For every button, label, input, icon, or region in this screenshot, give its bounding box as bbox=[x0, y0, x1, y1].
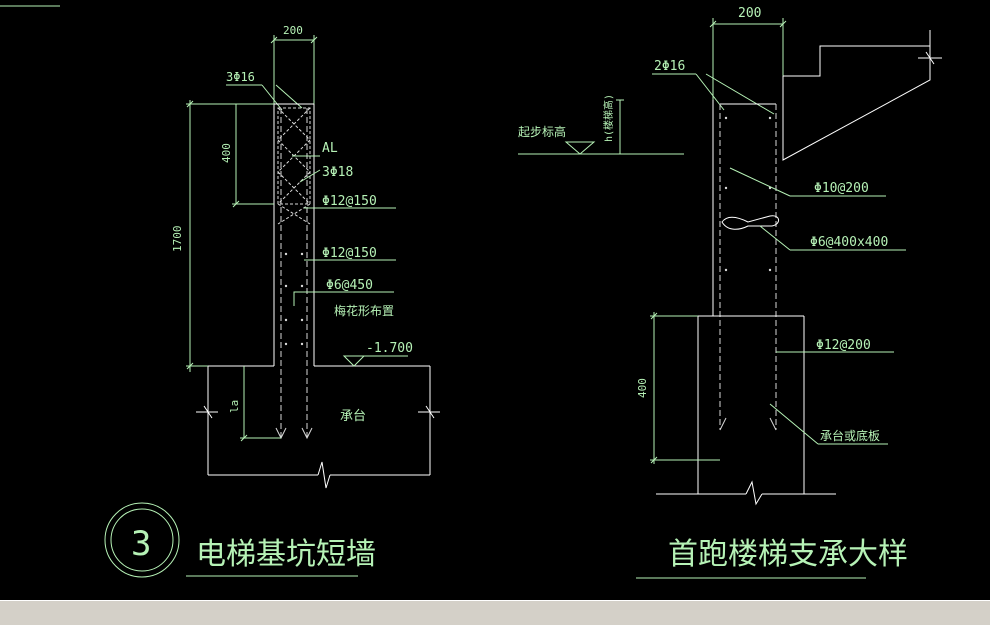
right-stirrups-label: Φ10@200 bbox=[814, 181, 869, 196]
right-tie-hook bbox=[721, 215, 779, 230]
left-elevation-label: -1.700 bbox=[366, 341, 413, 356]
left-ties-note: 梅花形布置 bbox=[334, 303, 394, 318]
left-width-dimension bbox=[270, 35, 318, 104]
right-detail: 200 2Φ16 起步标高 h(楼梯高) Φ10@200 Φ6@400x400 … bbox=[518, 6, 942, 579]
right-width-dimension bbox=[709, 18, 787, 100]
right-width-label: 200 bbox=[738, 6, 761, 21]
left-vertical-rebars bbox=[280, 108, 308, 438]
left-beam-label: AL bbox=[322, 141, 338, 156]
left-cap-label: 承台 bbox=[340, 409, 366, 424]
left-beam-bars-label: 3Φ18 bbox=[322, 165, 353, 180]
right-lower-bars-label: Φ12@200 bbox=[816, 338, 871, 353]
left-height-upper-label: 400 bbox=[220, 143, 233, 163]
right-ties-label: Φ6@400x400 bbox=[810, 235, 888, 250]
left-height-total-label: 1700 bbox=[171, 226, 184, 253]
detail-number: 3 bbox=[131, 524, 151, 564]
right-depth-dimension bbox=[650, 312, 720, 464]
right-depth-label: 400 bbox=[636, 378, 649, 398]
right-vertical-rebars bbox=[719, 104, 777, 430]
left-rebar-2-label: Φ12@150 bbox=[322, 246, 377, 261]
left-embed-label: la bbox=[228, 400, 241, 413]
cad-drawing-canvas[interactable]: 200 3Φ16 1700 400 la AL 3Φ18 Φ12@150 Φ12… bbox=[0, 0, 990, 600]
right-step-label: 起步标高 bbox=[518, 124, 566, 139]
left-ties-label: Φ6@450 bbox=[326, 278, 373, 293]
left-height-dimensions bbox=[186, 100, 281, 442]
left-rebar-1-label: Φ12@150 bbox=[322, 194, 377, 209]
right-title: 首跑楼梯支承大样 bbox=[668, 537, 908, 572]
right-cap-outline bbox=[656, 315, 836, 506]
left-top-bars-label: 3Φ16 bbox=[226, 70, 255, 84]
right-cap-label: 承台或底板 bbox=[820, 428, 880, 443]
left-beam-hatch bbox=[277, 107, 311, 225]
right-step-dim: h(楼梯高) bbox=[602, 94, 615, 142]
stair-outline bbox=[712, 30, 942, 316]
left-title: 电梯基坑短墙 bbox=[196, 537, 376, 572]
right-top-bars-label: 2Φ16 bbox=[654, 59, 685, 74]
status-bar bbox=[0, 600, 990, 625]
left-width-label: 200 bbox=[283, 24, 303, 37]
left-detail: 200 3Φ16 1700 400 la AL 3Φ18 Φ12@150 Φ12… bbox=[104, 24, 440, 578]
